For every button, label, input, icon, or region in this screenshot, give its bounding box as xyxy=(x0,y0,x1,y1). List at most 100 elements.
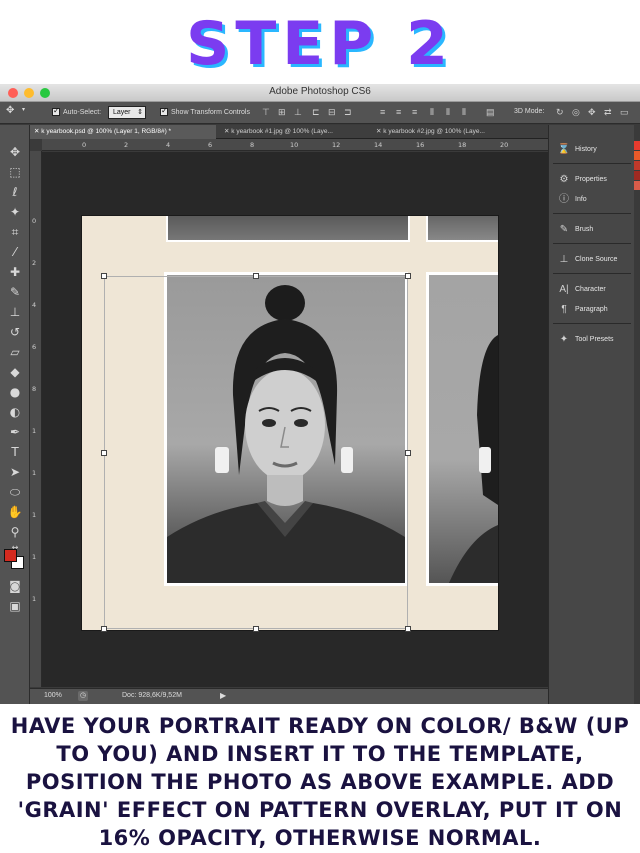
transform-bounding-box[interactable] xyxy=(101,273,411,632)
eraser-tool-icon[interactable]: ▱ xyxy=(5,343,25,361)
path-selection-tool-icon[interactable]: ➤ xyxy=(5,463,25,481)
tool-options-bar: ✥ ▾ Auto-Select: Layer ⇕ Show Transform C… xyxy=(0,102,640,124)
move-tool-icon[interactable]: ✥ xyxy=(6,105,14,116)
screen-mode-icon[interactable]: ▣ xyxy=(5,597,25,615)
align-top-icon[interactable]: ⊤ xyxy=(262,107,274,118)
portrait-right-illustration xyxy=(449,335,498,583)
3d-rotate-icon[interactable]: ↻ xyxy=(556,107,568,118)
brush-tool-icon[interactable]: ✎ xyxy=(5,283,25,301)
panel-character[interactable]: A| Character xyxy=(553,281,633,299)
distribute-hcenter-icon[interactable]: ⦀ xyxy=(446,107,458,118)
dodge-tool-icon[interactable]: ◐ xyxy=(5,403,25,421)
panel-brush[interactable]: ✎ Brush xyxy=(553,221,633,239)
panel-divider xyxy=(553,273,631,274)
photo-top-right-strip xyxy=(428,216,498,240)
auto-select-checkbox[interactable]: Auto-Select: xyxy=(52,106,101,116)
ruler-tick: 2 xyxy=(124,141,129,149)
canvas-area[interactable] xyxy=(42,152,548,687)
ruler-tick: 1 xyxy=(32,469,37,477)
distribute-right-icon[interactable]: ⦀ xyxy=(462,107,474,118)
3d-roll-icon[interactable]: ◎ xyxy=(572,107,584,118)
share-icon[interactable]: ◷ xyxy=(78,691,88,701)
paint-bucket-tool-icon[interactable]: ◆ xyxy=(5,363,25,381)
panel-label: Info xyxy=(575,196,587,203)
ruler-tick: 6 xyxy=(32,343,37,351)
auto-select-target-select[interactable]: Layer ⇕ xyxy=(108,106,146,119)
panel-label: Properties xyxy=(575,176,607,183)
paragraph-icon: ¶ xyxy=(561,304,567,315)
transform-handle-top-left[interactable] xyxy=(101,273,107,279)
move-tool-icon[interactable]: ✥ xyxy=(5,143,25,161)
transform-handle-bottom[interactable] xyxy=(253,626,259,632)
zoom-level[interactable]: 100% xyxy=(44,692,62,699)
panel-properties[interactable]: ⚙ Properties xyxy=(553,171,633,189)
foreground-color-front[interactable] xyxy=(4,549,17,562)
ruler-tick: 4 xyxy=(32,301,37,309)
tab-label: k yearbook.psd @ 100% (Layer 1, RGB/8#) … xyxy=(41,128,172,135)
transform-handle-right[interactable] xyxy=(405,450,411,456)
quick-mask-icon[interactable]: ◙ xyxy=(5,577,25,595)
blur-tool-icon[interactable]: ● xyxy=(5,383,25,401)
swatch[interactable] xyxy=(634,181,640,190)
ruler-tick: 20 xyxy=(500,141,509,149)
distribute-left-icon[interactable]: ⦀ xyxy=(430,107,442,118)
tab-label: k yearbook #2.jpg @ 100% (Laye... xyxy=(383,128,485,135)
align-left-icon[interactable]: ⊏ xyxy=(312,107,324,118)
3d-slide-icon[interactable]: ⇄ xyxy=(604,107,616,118)
clone-stamp-tool-icon[interactable]: ⊥ xyxy=(5,303,25,321)
panel-divider xyxy=(553,213,631,214)
align-hcenter-icon[interactable]: ⊟ xyxy=(328,107,340,118)
panel-label: Clone Source xyxy=(575,256,618,263)
align-vcenter-icon[interactable]: ⊞ xyxy=(278,107,290,118)
panel-paragraph[interactable]: ¶ Paragraph xyxy=(553,301,633,319)
status-menu-arrow-icon[interactable]: ▶ xyxy=(220,691,226,700)
panel-clone-source[interactable]: ⊥ Clone Source xyxy=(553,251,633,269)
ruler-tick: 1 xyxy=(32,427,37,435)
chevron-down-icon: ⇕ xyxy=(137,109,143,116)
tool-preset-dropdown-icon[interactable]: ▾ xyxy=(22,106,25,113)
auto-align-icon[interactable]: ▤ xyxy=(486,107,498,118)
healing-brush-tool-icon[interactable]: ✚ xyxy=(5,263,25,281)
ellipse-tool-icon[interactable]: ⬭ xyxy=(5,483,25,501)
magic-wand-tool-icon[interactable]: ✦ xyxy=(5,203,25,221)
marquee-tool-icon[interactable]: ⬚ xyxy=(5,163,25,181)
photoshop-window: Adobe Photoshop CS6 ✥ ▾ Auto-Select: Lay… xyxy=(0,84,640,704)
horizontal-ruler: 0 2 4 6 8 10 12 14 16 18 20 xyxy=(42,139,548,151)
distribute-vcenter-icon[interactable]: ≡ xyxy=(396,107,408,118)
ruler-tick: 4 xyxy=(166,141,171,149)
distribute-top-icon[interactable]: ≡ xyxy=(380,107,392,118)
tab-yearbook-psd[interactable]: ✕ k yearbook.psd @ 100% (Layer 1, RGB/8#… xyxy=(30,125,216,139)
align-right-icon[interactable]: ⊐ xyxy=(344,107,356,118)
panel-info[interactable]: ⓘ Info xyxy=(553,191,633,209)
pen-tool-icon[interactable]: ✒ xyxy=(5,423,25,441)
vertical-ruler: 0 2 4 6 8 1 1 1 1 1 xyxy=(30,151,42,687)
panel-tool-presets[interactable]: ✦ Tool Presets xyxy=(553,331,633,349)
transform-handle-left[interactable] xyxy=(101,450,107,456)
transform-handle-top[interactable] xyxy=(253,273,259,279)
swatch[interactable] xyxy=(634,141,640,150)
distribute-bottom-icon[interactable]: ≡ xyxy=(412,107,424,118)
eyedropper-tool-icon[interactable]: ⁄ xyxy=(5,243,25,261)
transform-handle-bottom-right[interactable] xyxy=(405,626,411,632)
checkmark-icon xyxy=(52,106,60,116)
3d-scale-icon[interactable]: ▭ xyxy=(620,107,632,118)
ruler-tick: 1 xyxy=(32,595,37,603)
show-transform-checkbox[interactable]: Show Transform Controls xyxy=(160,106,250,116)
swatch[interactable] xyxy=(634,171,640,180)
transform-handle-bottom-left[interactable] xyxy=(101,626,107,632)
history-brush-tool-icon[interactable]: ↺ xyxy=(5,323,25,341)
type-tool-icon[interactable]: T xyxy=(5,443,25,461)
crop-tool-icon[interactable]: ⌗ xyxy=(5,223,25,241)
swatch[interactable] xyxy=(634,151,640,160)
swatch[interactable] xyxy=(634,161,640,170)
tab-yearbook-2[interactable]: ✕ k yearbook #2.jpg @ 100% (Laye... xyxy=(372,125,548,139)
3d-drag-icon[interactable]: ✥ xyxy=(588,107,600,118)
tab-yearbook-1[interactable]: ✕ k yearbook #1.jpg @ 100% (Laye... xyxy=(220,125,368,139)
panel-history[interactable]: ⌛ History xyxy=(553,141,633,159)
document-size: Doc: 928,6K/9,52M xyxy=(122,692,182,699)
transform-handle-top-right[interactable] xyxy=(405,273,411,279)
lasso-tool-icon[interactable]: ℓ xyxy=(5,183,25,201)
hand-tool-icon[interactable]: ✋ xyxy=(5,503,25,521)
ruler-tick: 14 xyxy=(374,141,383,149)
align-bottom-icon[interactable]: ⊥ xyxy=(294,107,306,118)
